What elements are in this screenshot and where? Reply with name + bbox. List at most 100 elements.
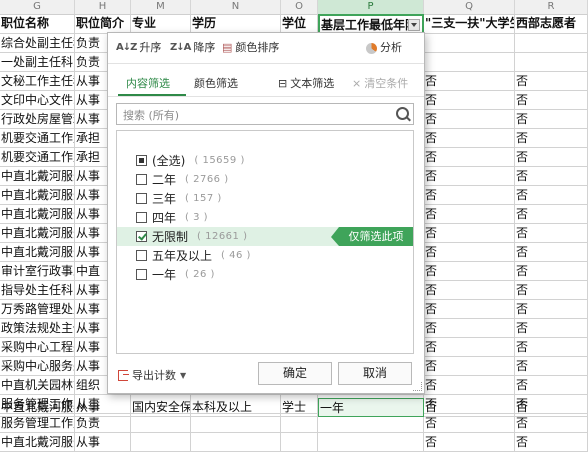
cell-q[interactable]	[424, 53, 515, 72]
filter-list-item[interactable]: 五年及以上 ( 46 )	[117, 246, 413, 265]
search-icon[interactable]	[396, 107, 409, 120]
column-letter-p[interactable]: P	[318, 0, 424, 14]
cell-q[interactable]	[424, 34, 515, 53]
filter-list-item[interactable]: 三年 ( 157 )	[117, 189, 413, 208]
cell-q[interactable]: 否	[424, 186, 515, 205]
cell-r[interactable]	[515, 53, 588, 72]
cell-o[interactable]	[281, 433, 318, 452]
checkbox[interactable]	[136, 155, 147, 166]
analyze-button[interactable]: 分析	[366, 39, 402, 57]
cell-q[interactable]: 否	[424, 243, 515, 262]
cell-g[interactable]: 文印中心文件印	[0, 91, 75, 110]
cell-r[interactable]: 否	[515, 300, 588, 319]
cell-q[interactable]: 否	[424, 357, 515, 376]
cell-r[interactable]: 否	[515, 357, 588, 376]
cell-r[interactable]: 否	[515, 110, 588, 129]
cell-g[interactable]: 政策法规处主任	[0, 319, 75, 338]
ok-button[interactable]: 确定	[258, 362, 332, 385]
cell-r[interactable]: 否	[515, 205, 588, 224]
cell-r[interactable]: 否	[515, 262, 588, 281]
cell-q[interactable]: 否	[424, 433, 515, 452]
only-filter-this-button[interactable]: 仅筛选此项	[331, 227, 413, 246]
cell-r[interactable]: 否	[515, 186, 588, 205]
header-cell-major[interactable]: 专业	[131, 14, 191, 34]
column-letter-o[interactable]: O	[281, 0, 318, 14]
cell-g[interactable]: 文秘工作主任科员	[0, 72, 75, 91]
cell-r[interactable]: 否	[515, 281, 588, 300]
cell-q[interactable]: 否	[424, 300, 515, 319]
cell-r[interactable]	[515, 34, 588, 53]
cell-q[interactable]: 否	[424, 224, 515, 243]
cell-r[interactable]: 否	[515, 224, 588, 243]
cell-r[interactable]: 否	[515, 376, 588, 395]
cell-q[interactable]: 否	[424, 262, 515, 281]
clear-filter-button[interactable]: ⨯ 清空条件	[352, 75, 408, 91]
column-letter-q[interactable]: Q	[424, 0, 515, 14]
cell-q[interactable]: 否	[424, 338, 515, 357]
checkbox[interactable]	[136, 269, 147, 280]
cell-g[interactable]: 机要交通工作主	[0, 129, 75, 148]
cell-m-last[interactable]: 国内安全保卫	[131, 398, 191, 417]
cell-q[interactable]: 否	[424, 148, 515, 167]
cell-g[interactable]: 综合处副主任科员	[0, 34, 75, 53]
header-cell-min-grassroots-years[interactable]: 基层工作最低年限	[318, 14, 424, 34]
cell-g[interactable]: 审计室行政事业	[0, 262, 75, 281]
column-letter-m[interactable]: M	[131, 0, 191, 14]
filter-search-input[interactable]	[121, 105, 395, 125]
cell-r-last[interactable]: 否	[515, 398, 588, 417]
header-cell-position-name[interactable]: 职位名称	[0, 14, 75, 34]
tab-color-filter[interactable]: 颜色筛选	[194, 75, 238, 93]
cell-h[interactable]: 从事	[75, 433, 131, 452]
cell-r[interactable]: 否	[515, 243, 588, 262]
cell-q-last[interactable]: 否	[424, 398, 515, 417]
header-cell-degree[interactable]: 学位	[281, 14, 318, 34]
cell-q[interactable]: 否	[424, 167, 515, 186]
filter-list-item[interactable]: 无限制 ( 12661 ) 仅筛选此项	[117, 227, 413, 246]
checkbox[interactable]	[136, 193, 147, 204]
cell-r[interactable]: 否	[515, 91, 588, 110]
filter-list-item[interactable]: 一年 ( 26 )	[117, 265, 413, 284]
filter-list-item[interactable]: (全选) ( 15659 )	[117, 151, 413, 170]
cell-o-last[interactable]: 学士	[281, 398, 318, 417]
cell-g[interactable]: 中直北戴河服务	[0, 167, 75, 186]
header-cell-sanzhiyifu[interactable]: "三支一扶"大学生	[424, 14, 515, 34]
cell-p-last[interactable]: 一年	[318, 398, 424, 417]
cancel-button[interactable]: 取消	[338, 362, 412, 385]
tab-content-filter[interactable]: 内容筛选	[126, 75, 170, 93]
cell-g[interactable]: 一处副主任科员	[0, 53, 75, 72]
cell-n[interactable]	[191, 433, 281, 452]
cell-g[interactable]: 指导处主任科员	[0, 281, 75, 300]
checkbox[interactable]	[136, 250, 147, 261]
filter-list-item[interactable]: 二年 ( 2766 )	[117, 170, 413, 189]
text-filter-button[interactable]: ⊟ 文本筛选	[278, 75, 334, 91]
cell-r[interactable]: 否	[515, 148, 588, 167]
cell-r[interactable]: 否	[515, 338, 588, 357]
cell-g-last[interactable]: 中直北戴河服务	[0, 398, 75, 417]
checkbox[interactable]	[136, 212, 147, 223]
cell-g[interactable]: 机要交通工作主	[0, 148, 75, 167]
column-letter-r[interactable]: R	[515, 0, 588, 14]
cell-q[interactable]: 否	[424, 281, 515, 300]
cell-m[interactable]	[131, 433, 191, 452]
cell-q[interactable]: 否	[424, 72, 515, 91]
cell-g[interactable]: 中直北戴河服务	[0, 186, 75, 205]
cell-p[interactable]	[318, 433, 424, 452]
cell-g[interactable]: 中直北戴河服务	[0, 205, 75, 224]
cell-q[interactable]: 否	[424, 319, 515, 338]
sort-descending-button[interactable]: Z↓A 降序	[170, 39, 215, 57]
header-cell-western-volunteer[interactable]: 西部志愿者	[515, 14, 588, 34]
cell-g[interactable]: 万秀路管理处主	[0, 300, 75, 319]
filter-list-item[interactable]: 四年 ( 3 )	[117, 208, 413, 227]
filter-dropdown-button[interactable]	[408, 19, 420, 31]
cell-q[interactable]: 否	[424, 91, 515, 110]
header-cell-education[interactable]: 学历	[191, 14, 281, 34]
cell-g[interactable]: 采购中心工程采	[0, 338, 75, 357]
cell-r[interactable]: 否	[515, 319, 588, 338]
sort-ascending-button[interactable]: A↓Z 升序	[116, 39, 161, 57]
checkbox[interactable]	[136, 174, 147, 185]
sort-by-color-button[interactable]: ▤ 颜色排序	[222, 39, 279, 57]
checkbox[interactable]	[136, 231, 147, 242]
cell-g[interactable]: 中直北戴河服务	[0, 224, 75, 243]
cell-q[interactable]: 否	[424, 129, 515, 148]
column-letter-n[interactable]: N	[191, 0, 281, 14]
